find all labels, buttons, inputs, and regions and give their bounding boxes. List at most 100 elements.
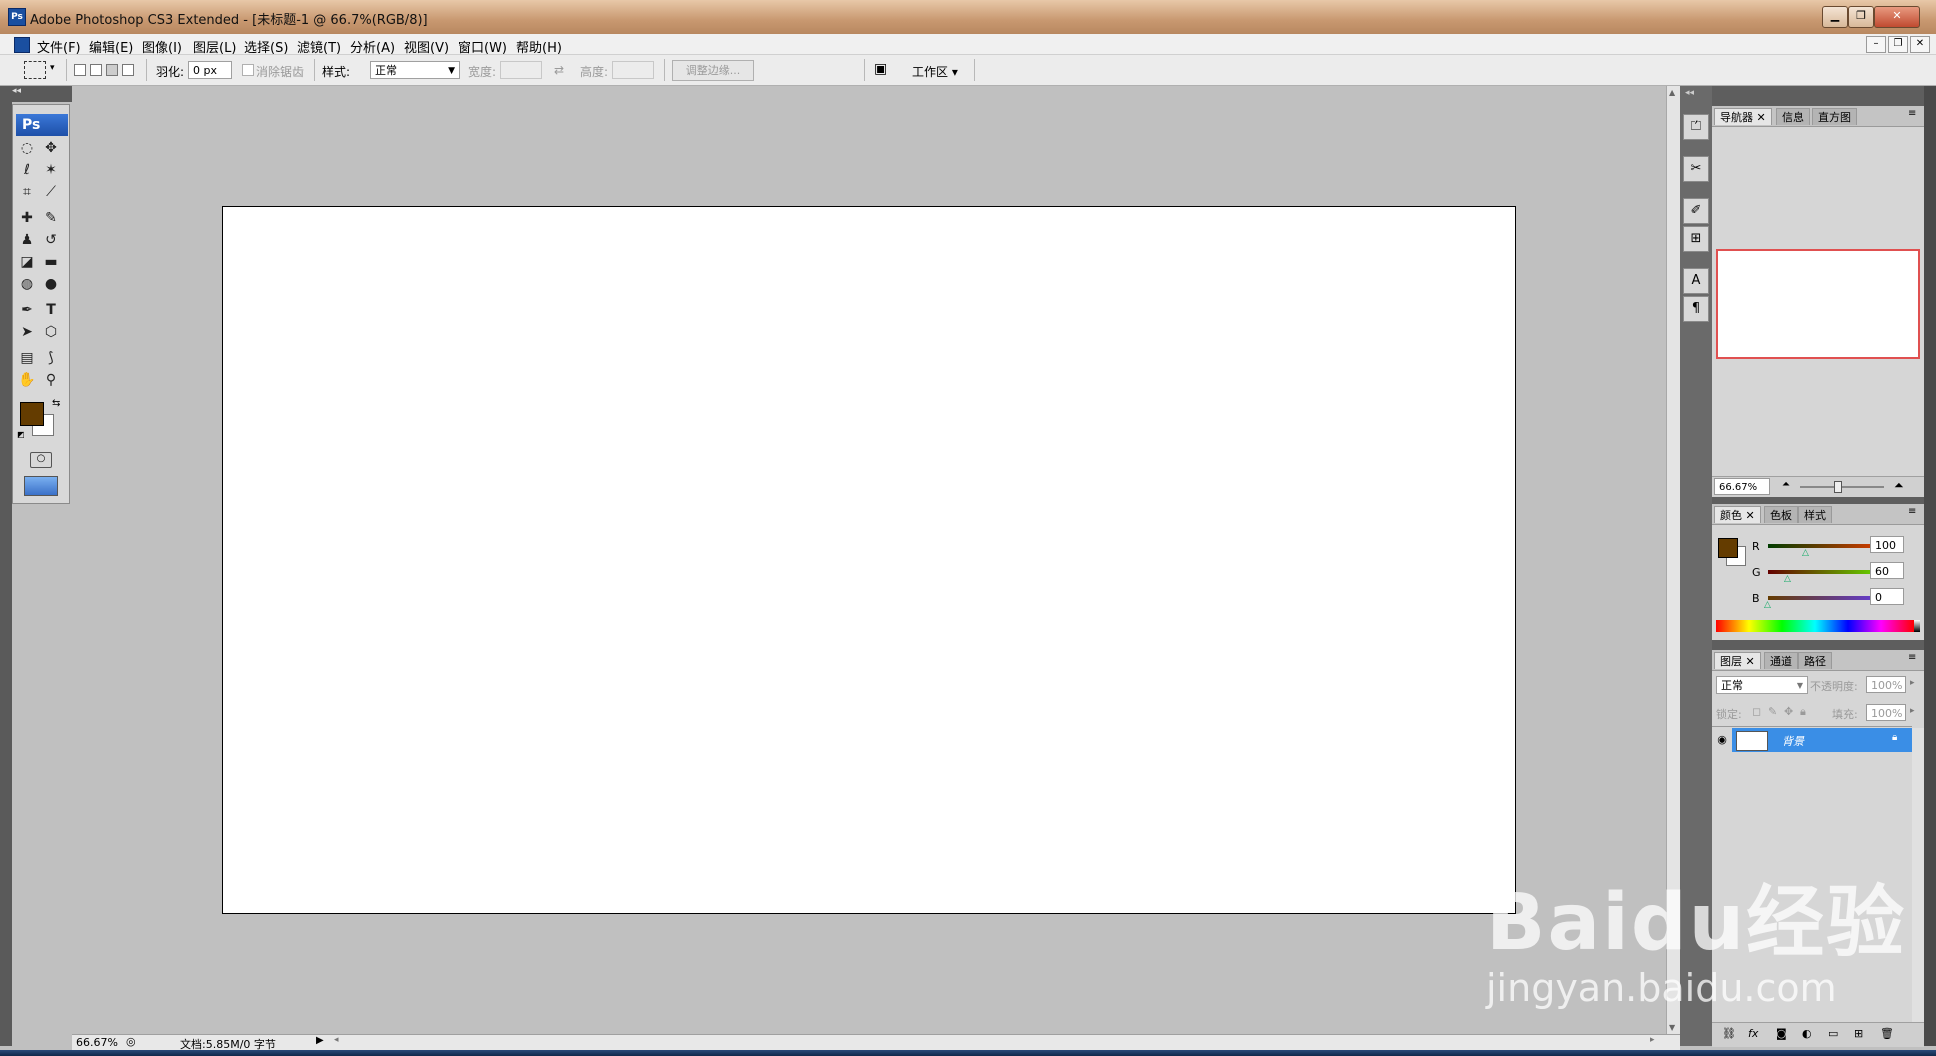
width-input[interactable] [500, 61, 542, 79]
lock-all-icon[interactable]: 🔒︎ [1800, 705, 1806, 719]
actions-panel-icon[interactable]: ✂ [1683, 156, 1709, 182]
channel-b-input[interactable]: 0 [1870, 588, 1904, 605]
menu-image[interactable]: 图像(I) [142, 37, 182, 56]
dock-expand-icon[interactable]: ◂◂ [1685, 88, 1694, 98]
menu-view[interactable]: 视图(V) [404, 37, 449, 56]
eraser-tool-icon[interactable]: ◪ [16, 252, 38, 272]
layers-scrollbar[interactable] [1912, 728, 1924, 1028]
toolbox-collapse-icon[interactable]: ◂◂ [12, 86, 72, 102]
opacity-arrow-icon[interactable]: ▸ [1910, 678, 1915, 688]
lock-pixels-icon[interactable]: ✎ [1768, 705, 1777, 718]
doc-minimize-button[interactable]: – [1866, 36, 1886, 53]
add-selection-icon[interactable] [90, 64, 102, 76]
history-panel-icon[interactable]: ⏍ [1683, 114, 1709, 140]
paragraph-panel-icon[interactable]: ¶ [1683, 296, 1709, 322]
status-menu-arrow-icon[interactable]: ▶ [316, 1035, 324, 1046]
style-select[interactable]: 正常 ▼ [370, 61, 460, 79]
tab-info[interactable]: 信息 [1776, 108, 1810, 125]
pen-tool-icon[interactable]: ✒ [16, 300, 38, 320]
scroll-right-icon[interactable]: ▸ [1650, 1035, 1655, 1045]
lock-transparent-icon[interactable]: ◻ [1752, 705, 1761, 718]
workspace-button[interactable]: 工作区 ▾ [912, 63, 958, 80]
channel-r-input[interactable]: 100 [1870, 536, 1904, 553]
navigator-zoom-field[interactable]: 66.67% [1714, 478, 1770, 495]
hand-tool-icon[interactable]: ✋ [16, 370, 38, 390]
marquee-preset-icon[interactable] [24, 61, 46, 79]
path-selection-tool-icon[interactable]: ➤ [16, 322, 38, 342]
antialias-checkbox[interactable] [242, 64, 254, 76]
fill-arrow-icon[interactable]: ▸ [1910, 706, 1915, 716]
delete-layer-icon[interactable]: 🗑︎ [1880, 1027, 1894, 1040]
quick-mask-icon[interactable]: ○ [30, 452, 52, 468]
zoom-slider-handle[interactable] [1834, 481, 1842, 493]
restore-button[interactable]: ❐ [1848, 6, 1874, 28]
tab-layers[interactable]: 图层 ✕ [1714, 652, 1761, 669]
feather-input[interactable]: 0 px [188, 61, 232, 79]
color-spectrum-bar[interactable] [1716, 620, 1914, 632]
blend-mode-select[interactable]: 正常 ▼ [1716, 676, 1808, 694]
link-layers-icon[interactable]: ⛓ [1722, 1027, 1736, 1040]
preset-chevron-down-icon[interactable]: ▾ [50, 63, 55, 73]
scroll-down-icon[interactable]: ▼ [1669, 1023, 1675, 1032]
panel-menu-icon[interactable]: ≡ [1908, 108, 1916, 119]
slice-tool-icon[interactable]: ⟋ [40, 182, 62, 202]
opacity-input[interactable]: 100% [1866, 676, 1906, 693]
channel-b-handle-icon[interactable]: △ [1764, 600, 1771, 610]
refine-edge-button[interactable]: 调整边缘... [672, 60, 754, 81]
intersect-selection-icon[interactable] [122, 64, 134, 76]
tab-color[interactable]: 颜色 ✕ [1714, 506, 1761, 523]
foreground-color-swatch[interactable] [20, 402, 44, 426]
magic-wand-tool-icon[interactable]: ✶ [40, 160, 62, 180]
screen-mode-icon[interactable] [24, 476, 58, 496]
doc-restore-button[interactable]: ❐ [1888, 36, 1908, 53]
type-tool-icon[interactable]: T [40, 300, 62, 320]
brushes-panel-icon[interactable]: ✐ [1683, 198, 1709, 224]
blur-tool-icon[interactable]: ◍ [16, 274, 38, 294]
menu-select[interactable]: 选择(S) [244, 37, 288, 56]
panel-menu-icon[interactable]: ≡ [1908, 652, 1916, 663]
document-canvas[interactable] [222, 206, 1516, 914]
status-info-icon[interactable]: ◎ [126, 1035, 136, 1048]
new-selection-icon[interactable] [74, 64, 86, 76]
shape-tool-icon[interactable]: ⬡ [40, 322, 62, 342]
tab-navigator[interactable]: 导航器 ✕ [1714, 108, 1772, 125]
notes-tool-icon[interactable]: ▤ [16, 348, 38, 368]
document-icon[interactable] [14, 37, 30, 53]
tab-swatches[interactable]: 色板 [1764, 506, 1798, 523]
navigator-view-box[interactable] [1716, 249, 1920, 359]
black-white-ramp[interactable] [1914, 620, 1920, 632]
layer-visibility-eye-icon[interactable]: ◉ [1714, 728, 1730, 752]
channel-r-handle-icon[interactable]: △ [1802, 548, 1809, 558]
lasso-tool-icon[interactable]: ℓ [16, 160, 38, 180]
zoom-slider-track[interactable] [1800, 486, 1884, 488]
layer-name[interactable]: 背景 [1782, 733, 1804, 749]
close-button[interactable]: ✕ [1874, 6, 1920, 28]
adjustment-layer-icon[interactable]: ◐ [1802, 1027, 1812, 1040]
channel-g-handle-icon[interactable]: △ [1784, 574, 1791, 584]
healing-brush-tool-icon[interactable]: ✚ [16, 208, 38, 228]
default-colors-icon[interactable]: ◩ [17, 430, 25, 439]
new-group-icon[interactable]: ▭ [1828, 1027, 1838, 1040]
color-fg-swatch[interactable] [1718, 538, 1738, 558]
tool-presets-icon[interactable]: ⊞ [1683, 226, 1709, 252]
menu-analysis[interactable]: 分析(A) [350, 37, 395, 56]
panel-menu-icon[interactable]: ≡ [1908, 506, 1916, 517]
zoom-level[interactable]: 66.67% [76, 1036, 118, 1049]
layer-row[interactable]: 背景 🔒︎ [1732, 728, 1912, 752]
scroll-left-icon[interactable]: ◂ [334, 1035, 339, 1045]
dodge-tool-icon[interactable]: ● [40, 274, 62, 294]
height-input[interactable] [612, 61, 654, 79]
tab-paths[interactable]: 路径 [1798, 652, 1832, 669]
tab-styles[interactable]: 样式 [1798, 506, 1832, 523]
menu-window[interactable]: 窗口(W) [458, 37, 507, 56]
menu-help[interactable]: 帮助(H) [516, 37, 562, 56]
zoom-in-icon[interactable]: ⏶ [1894, 478, 1904, 493]
layer-mask-icon[interactable]: ◙ [1776, 1027, 1787, 1040]
menu-filter[interactable]: 滤镜(T) [297, 37, 341, 56]
tab-channels[interactable]: 通道 [1764, 652, 1798, 669]
zoom-out-icon[interactable]: ⏶ [1782, 479, 1790, 490]
channel-g-input[interactable]: 60 [1870, 562, 1904, 579]
layer-style-icon[interactable]: fx [1748, 1027, 1758, 1040]
move-tool-icon[interactable]: ✥ [40, 138, 62, 158]
zoom-tool-icon[interactable]: ⚲ [40, 370, 62, 390]
